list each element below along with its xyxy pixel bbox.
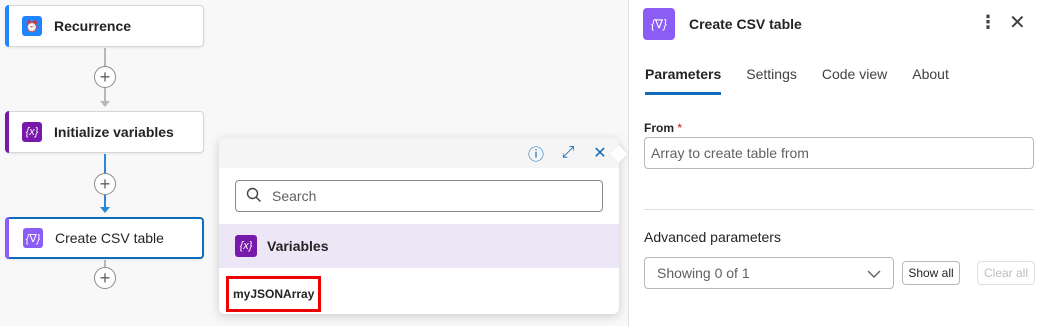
variable-icon: {x} bbox=[235, 235, 257, 257]
card-stripe bbox=[5, 111, 9, 153]
tab-parameters[interactable]: Parameters bbox=[645, 66, 722, 95]
initialize-variables-card[interactable]: {x} Initialize variables bbox=[5, 111, 204, 153]
variable-icon: {x} bbox=[22, 122, 42, 142]
dynamic-content-popup: ⓘ ⤢ ✕ {x} Variables myJSONArray bbox=[219, 138, 628, 314]
create-csv-table-card[interactable]: {∇} Create CSV table bbox=[5, 217, 204, 259]
popup-header: ⓘ ⤢ ✕ bbox=[219, 138, 619, 168]
search-icon bbox=[246, 187, 264, 205]
close-icon[interactable]: ✕ bbox=[591, 143, 609, 163]
arrow-down-icon bbox=[100, 207, 110, 213]
tab-code-view[interactable]: Code view bbox=[822, 66, 887, 95]
more-options-icon[interactable]: ⋮ bbox=[979, 12, 997, 33]
card-label: Create CSV table bbox=[55, 230, 164, 246]
recurrence-card[interactable]: ⏰ Recurrence bbox=[5, 5, 204, 47]
from-label-text: From bbox=[644, 121, 674, 135]
section-label: Variables bbox=[267, 238, 329, 254]
divider bbox=[644, 209, 1034, 210]
workflow-canvas: ⏰ Recurrence + {x} Initialize variables … bbox=[0, 0, 628, 326]
connector-line bbox=[104, 88, 106, 102]
close-icon[interactable]: ✕ bbox=[1009, 10, 1026, 35]
chevron-down-icon bbox=[867, 265, 881, 281]
card-label: Recurrence bbox=[54, 18, 132, 34]
required-marker: * bbox=[677, 121, 683, 135]
advanced-parameters-label: Advanced parameters bbox=[644, 229, 781, 245]
tab-about[interactable]: About bbox=[912, 66, 949, 95]
search-input[interactable] bbox=[272, 188, 592, 204]
variable-item-myjsonarray[interactable]: myJSONArray bbox=[226, 276, 322, 312]
search-box[interactable] bbox=[235, 180, 603, 212]
data-operation-icon: {∇} bbox=[23, 228, 43, 248]
variables-section-header[interactable]: {x} Variables bbox=[219, 224, 619, 268]
card-stripe bbox=[5, 5, 9, 47]
data-operation-icon: {∇} bbox=[643, 8, 675, 40]
panel-title: Create CSV table bbox=[689, 16, 802, 32]
from-field-label: From * bbox=[644, 121, 682, 135]
add-step-button[interactable]: + bbox=[94, 173, 116, 195]
from-input[interactable] bbox=[644, 137, 1034, 169]
connector-line bbox=[104, 195, 106, 207]
expand-icon[interactable]: ⤢ bbox=[559, 144, 577, 162]
arrow-down-icon bbox=[100, 101, 110, 107]
clear-all-button[interactable]: Clear all bbox=[977, 261, 1035, 285]
info-icon[interactable]: ⓘ bbox=[527, 141, 545, 165]
add-step-button[interactable]: + bbox=[94, 267, 116, 289]
show-all-button[interactable]: Show all bbox=[902, 261, 960, 285]
add-step-button[interactable]: + bbox=[94, 66, 116, 88]
connector-line bbox=[104, 48, 106, 68]
action-details-panel: {∇} Create CSV table ⋮ ✕ Parameters Sett… bbox=[628, 0, 1041, 326]
connector-line bbox=[104, 154, 106, 174]
advanced-parameters-dropdown[interactable]: Showing 0 of 1 bbox=[644, 257, 894, 289]
panel-tabs: Parameters Settings Code view About bbox=[645, 66, 949, 95]
alarm-clock-icon: ⏰ bbox=[22, 16, 42, 36]
card-stripe bbox=[5, 217, 9, 259]
dropdown-value: Showing 0 of 1 bbox=[657, 265, 750, 281]
card-label: Initialize variables bbox=[54, 124, 174, 140]
tab-settings[interactable]: Settings bbox=[746, 66, 797, 95]
